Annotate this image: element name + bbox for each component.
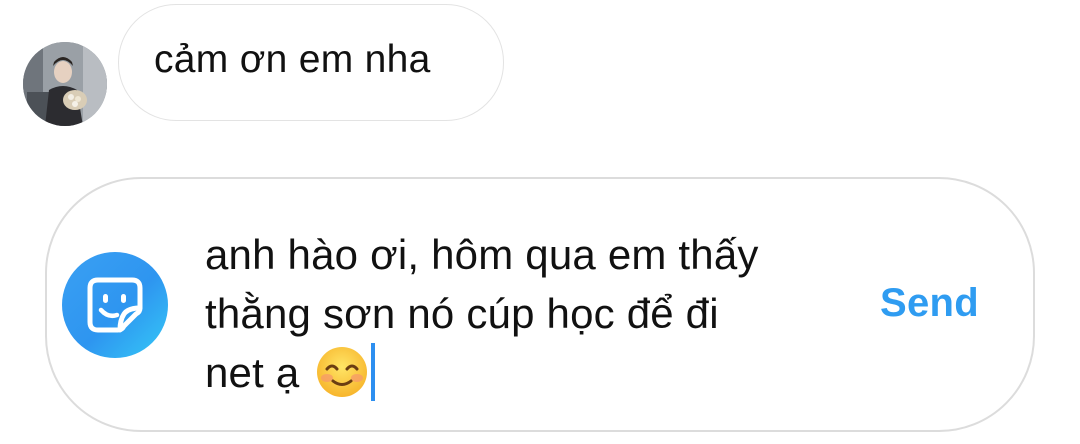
incoming-message-bubble[interactable]: cảm ơn em nha: [118, 4, 504, 121]
message-input[interactable]: anh hào ơi, hôm qua em thấy thằng sơn nó…: [205, 225, 875, 402]
avatar[interactable]: [23, 42, 107, 126]
incoming-message-text: cảm ơn em nha: [154, 37, 431, 81]
smiling-face-emoji-icon: [315, 345, 369, 399]
chat-screen: cảm ơn em nha anh hào ơi, hôm qua em thấ…: [0, 0, 1080, 444]
sticker-icon: [87, 277, 143, 333]
avatar-photo: [23, 42, 107, 126]
draft-line-last: net ạ: [205, 343, 875, 402]
send-button[interactable]: Send: [880, 281, 979, 326]
draft-line: thằng sơn nó cúp học để đi: [205, 290, 719, 337]
draft-line: anh hào ơi, hôm qua em thấy: [205, 231, 759, 278]
text-caret: [371, 343, 376, 401]
sticker-button[interactable]: [62, 252, 168, 358]
message-composer[interactable]: anh hào ơi, hôm qua em thấy thằng sơn nó…: [45, 177, 1035, 432]
draft-line: net ạ: [205, 349, 300, 396]
